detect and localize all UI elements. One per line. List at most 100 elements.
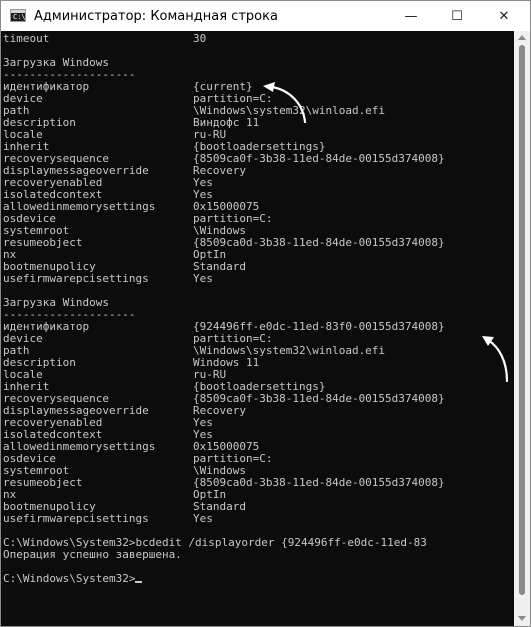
close-button[interactable]: ✕: [481, 1, 527, 31]
console-line: resumeobject {8509ca0d-3b38-11ed-84de-001…: [3, 237, 445, 249]
console-line-key: timeout: [3, 32, 50, 45]
vertical-scrollbar[interactable]: [514, 31, 530, 626]
console-line: --------------------: [3, 69, 135, 81]
maximize-button[interactable]: ☐: [434, 1, 480, 31]
console-line-key: isolatedcontext: [3, 188, 103, 201]
console-line-value: OptIn: [193, 488, 227, 501]
console-line-key: description: [3, 116, 76, 129]
console-line: bootmenupolicy Standard: [3, 261, 246, 273]
console-line: Загрузка Windows: [3, 57, 109, 69]
console-line-value: {bootloadersettings}: [193, 380, 326, 393]
console-line: displaymessageoverride Recovery: [3, 405, 246, 417]
console-line: displaymessageoverride Recovery: [3, 165, 246, 177]
console-line: bootmenupolicy Standard: [3, 501, 246, 513]
console-line: description Виндофс 11: [3, 117, 259, 129]
console-line-value: partition=C:: [193, 452, 273, 465]
console-line-text: C:\Windows\System32>: [3, 572, 136, 585]
console-line: inherit {bootloadersettings}: [3, 141, 325, 153]
console-line-value: OptIn: [193, 248, 227, 261]
console-line-key: displaymessageoverride: [3, 164, 149, 177]
console-line-key: bootmenupolicy: [3, 260, 96, 273]
console-line-value: Yes: [193, 512, 213, 525]
console-line-key: allowedinmemorysettings: [3, 440, 156, 453]
console-line-key: device: [3, 92, 43, 105]
console-line-value: ru-RU: [193, 368, 227, 381]
console-line: path \Windows\system32\winload.efi: [3, 345, 385, 357]
console-line-key: inherit: [3, 380, 50, 393]
console-line: resumeobject {8509ca0d-3b38-11ed-84de-001…: [3, 477, 445, 489]
console-line-value: \Windows: [193, 224, 246, 237]
console-line: --------------------: [3, 309, 135, 321]
console-line-value: Yes: [193, 428, 213, 441]
console-line: C:\Windows\System32>: [3, 572, 143, 585]
console-line: usefirmwarepcisettings Yes: [3, 273, 213, 285]
console-line-value: {8509ca0d-3b38-11ed-84de-00155d374008}: [193, 236, 445, 249]
console-line-value: Yes: [193, 188, 213, 201]
console-line: locale ru-RU: [3, 129, 226, 141]
console-line: device partition=C:: [3, 333, 272, 345]
console-line: recoverysequence {8509ca0f-3b38-11ed-84de…: [3, 153, 445, 165]
console-line-value: {924496ff-e0dc-11ed-83f0-00155d374008}: [193, 320, 445, 333]
console-line-key: usefirmwarepcisettings: [3, 272, 149, 285]
console-line-value: Yes: [193, 416, 213, 429]
console-line: идентификатор {924496ff-e0dc-11ed-83f0-00…: [3, 321, 445, 333]
console-line-value: {current}: [193, 80, 253, 93]
window-title: Администратор: Командная строка: [34, 9, 278, 24]
annotation-arrow-current-icon: [263, 82, 307, 123]
console-line-key: inherit: [3, 140, 50, 153]
console-line: nx OptIn: [3, 249, 226, 261]
console-line: allowedinmemorysettings 0x15000075: [3, 201, 259, 213]
console-line-key: osdevice: [3, 212, 56, 225]
console-line: recoveryenabled Yes: [3, 177, 213, 189]
scrollbar-thumb[interactable]: [519, 45, 525, 595]
console-line-value: \Windows\system32\winload.efi: [193, 344, 386, 357]
console-line-key: идентификатор: [3, 80, 90, 93]
console-line: идентификатор {current}: [3, 81, 253, 93]
console-line-value: Виндофс 11: [193, 116, 260, 129]
console-line-text: --------------------: [3, 308, 136, 321]
console-line-text: C:\Windows\System32>bcdedit /displayorde…: [3, 536, 427, 549]
console-line: nx OptIn: [3, 489, 226, 501]
console-line-key: systemroot: [3, 224, 70, 237]
console-line: locale ru-RU: [3, 369, 226, 381]
console-line-value: ru-RU: [193, 128, 227, 141]
command-prompt-window: C:\ Администратор: Командная строка — ☐ …: [0, 0, 531, 627]
scroll-down-icon[interactable]: [518, 616, 526, 621]
console-line-key: bootmenupolicy: [3, 500, 96, 513]
console-line-key: path: [3, 344, 30, 357]
console-line-value: Windows 11: [193, 356, 260, 369]
console-line: osdevice partition=C:: [3, 453, 272, 465]
console-line-key: recoverysequence: [3, 152, 109, 165]
console-line-key: displaymessageoverride: [3, 404, 149, 417]
text-cursor: [135, 581, 143, 583]
console-line-key: resumeobject: [3, 476, 83, 489]
console-line-text: Загрузка Windows: [3, 296, 109, 309]
console-line-text: Загрузка Windows: [3, 56, 109, 69]
console-line-text: --------------------: [3, 68, 136, 81]
console-line-value: {8509ca0f-3b38-11ed-84de-00155d374008}: [193, 152, 445, 165]
console-line: timeout 30: [3, 33, 206, 45]
console-line: allowedinmemorysettings 0x15000075: [3, 441, 259, 453]
console-line-value: {8509ca0f-3b38-11ed-84de-00155d374008}: [193, 392, 445, 405]
console-output[interactable]: C:\Windows\System32> Операция успешно зав…: [1, 31, 514, 626]
console-line-value: partition=C:: [193, 212, 273, 225]
console-line: osdevice partition=C:: [3, 213, 272, 225]
console-line: Загрузка Windows: [3, 297, 109, 309]
console-line-key: nx: [3, 488, 17, 501]
console-line: device partition=C:: [3, 93, 272, 105]
console-line: path \Windows\system32\winload.efi: [3, 105, 385, 117]
console-line-key: recoveryenabled: [3, 176, 103, 189]
minimize-button[interactable]: —: [388, 1, 434, 31]
console-line: systemroot \Windows: [3, 225, 246, 237]
console-line-key: description: [3, 356, 76, 369]
console-line-key: allowedinmemorysettings: [3, 200, 156, 213]
console-line-text: Операция успешно завершена.: [3, 548, 182, 561]
console-line: isolatedcontext Yes: [3, 429, 213, 441]
console-line-value: partition=C:: [193, 332, 273, 345]
console-line-value: Recovery: [193, 164, 246, 177]
title-bar[interactable]: C:\ Администратор: Командная строка — ☐ …: [1, 1, 530, 31]
annotation-arrow-new-entry-icon: [482, 336, 509, 383]
console-line: recoveryenabled Yes: [3, 417, 213, 429]
console-line-key: path: [3, 104, 30, 117]
scroll-up-icon[interactable]: [518, 35, 526, 40]
